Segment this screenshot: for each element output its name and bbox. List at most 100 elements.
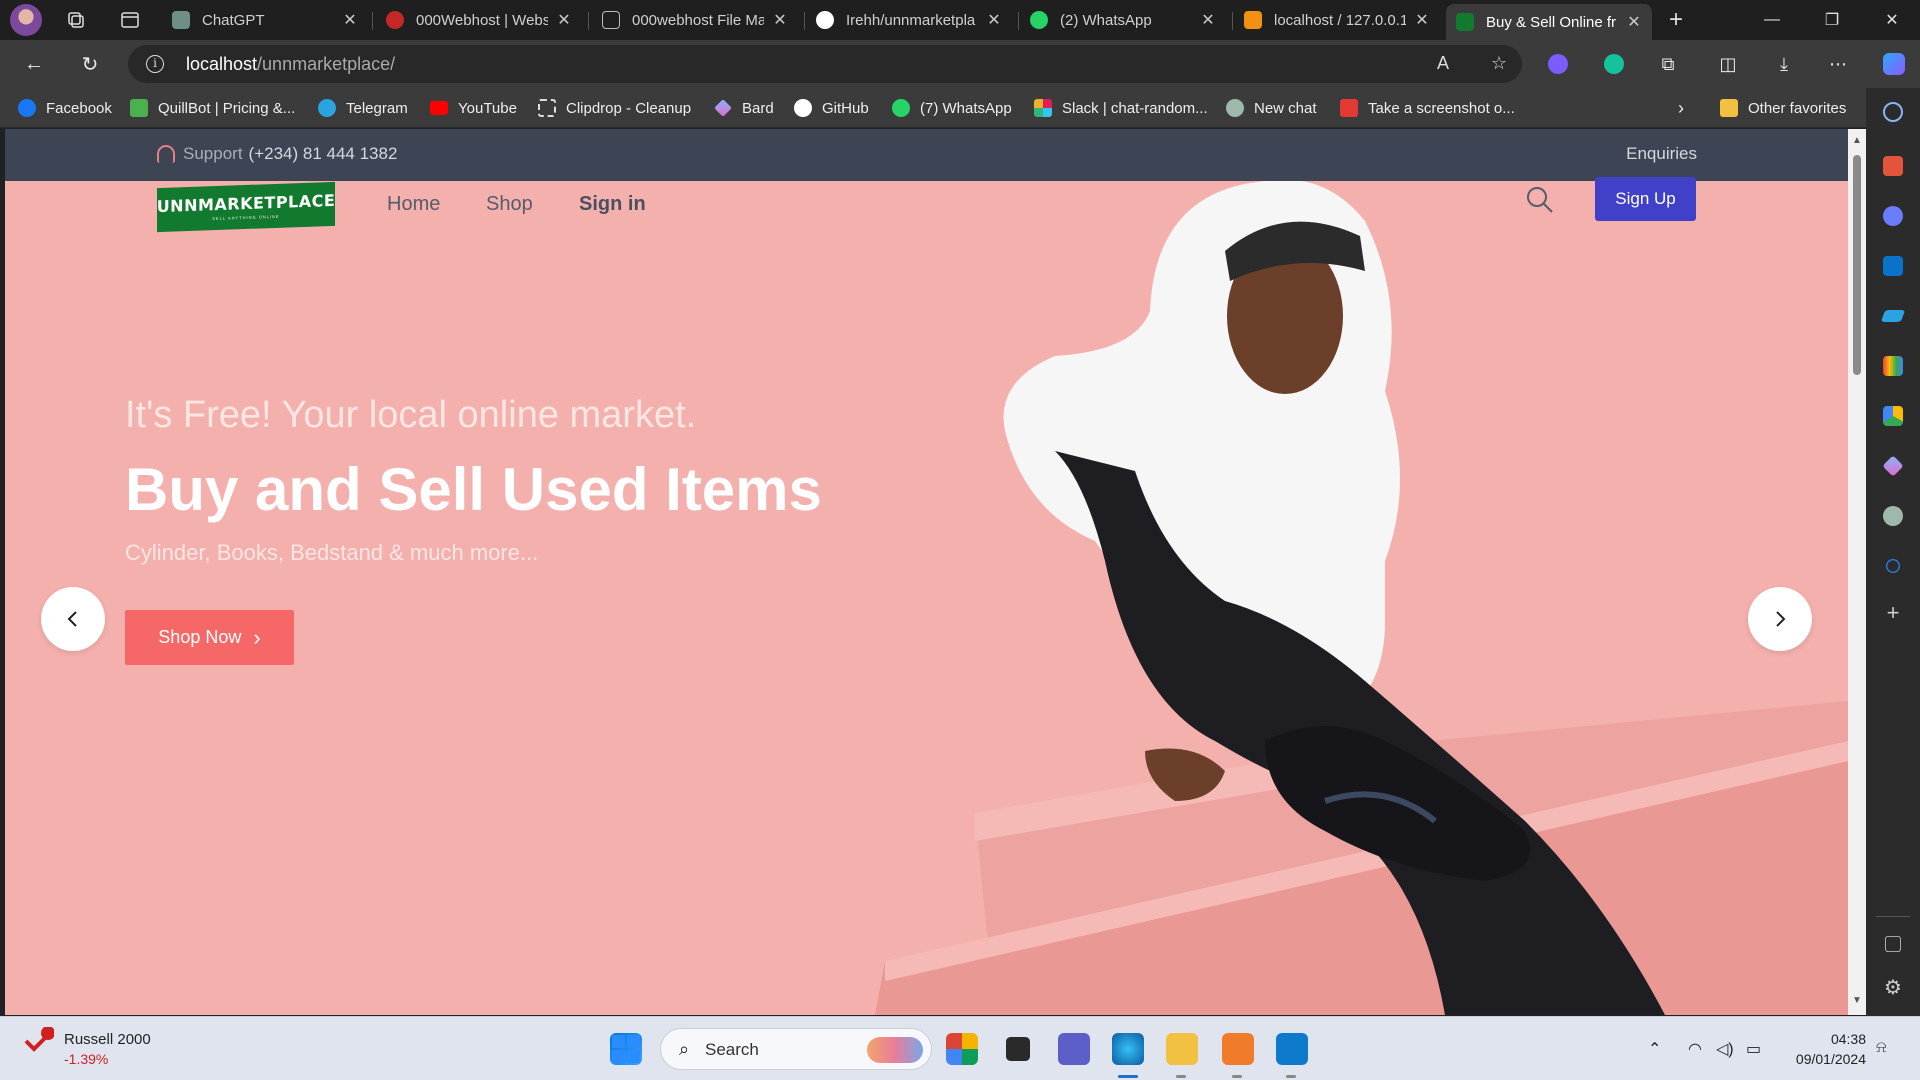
close-icon[interactable]: ✕	[1200, 10, 1216, 30]
bing-search-icon[interactable]	[1886, 559, 1900, 573]
extension-icon[interactable]	[1544, 50, 1572, 78]
profile-avatar[interactable]	[10, 4, 42, 36]
search-icon: ⌕	[679, 1039, 690, 1059]
stock-name: Russell 2000	[64, 1031, 151, 1048]
tab-file-manager[interactable]: 000webhost File Ma ✕	[592, 4, 798, 36]
close-icon[interactable]: ✕	[1626, 12, 1642, 32]
bookmark-youtube[interactable]: YouTube	[430, 97, 517, 119]
scrollbar-thumb[interactable]	[1853, 155, 1861, 375]
close-window-button[interactable]: ✕	[1872, 6, 1912, 34]
bookmark-slack[interactable]: Slack | chat-random...	[1034, 97, 1208, 119]
copilot-icon[interactable]	[1883, 206, 1903, 226]
downloads-icon[interactable]: ⤓	[1770, 50, 1798, 78]
wifi-icon[interactable]: ◠	[1688, 1039, 1702, 1059]
close-icon[interactable]: ✕	[1414, 10, 1430, 30]
vscode-icon[interactable]	[1276, 1033, 1308, 1065]
split-screen-icon[interactable]: ◫	[1714, 50, 1742, 78]
settings-gear-icon[interactable]: ⚙	[1883, 978, 1903, 998]
tab-github[interactable]: Irehh/unnmarketpla ✕	[806, 4, 1012, 36]
bookmark-label: YouTube	[458, 99, 517, 117]
scroll-up-arrow-icon[interactable]: ▲	[1852, 135, 1862, 146]
start-windows-icon[interactable]	[610, 1033, 642, 1065]
bookmark-new-chat[interactable]: New chat	[1226, 97, 1317, 119]
bookmarks-overflow-chevron-icon[interactable]: ›	[1678, 97, 1684, 119]
copilot-pre-icon[interactable]	[946, 1033, 978, 1065]
teams-icon[interactable]	[1058, 1033, 1090, 1065]
close-icon[interactable]: ✕	[556, 10, 572, 30]
sign-up-button[interactable]: Sign Up	[1595, 177, 1696, 221]
xampp-icon[interactable]	[1222, 1033, 1254, 1065]
drive-icon[interactable]	[1883, 406, 1903, 426]
close-icon[interactable]: ✕	[986, 10, 1002, 30]
taskbar-search[interactable]: ⌕ Search	[660, 1028, 932, 1070]
gmail-icon[interactable]	[1883, 356, 1903, 376]
nav-shop[interactable]: Shop	[486, 193, 533, 216]
hero-banner: UNNMARKETPLACE SELL ANYTHING ONLINE Home…	[5, 177, 1848, 1015]
extensions-puzzle-icon[interactable]: ⧉	[1654, 50, 1682, 78]
address-bar[interactable]: i localhost/unnmarketplace/ A ☆	[128, 45, 1522, 83]
bookmark-quillbot[interactable]: QuillBot | Pricing &...	[130, 97, 295, 119]
restore-button[interactable]: ❐	[1812, 6, 1852, 34]
sidebar-toggle-icon[interactable]	[1885, 936, 1901, 952]
tray-overflow-chevron-icon[interactable]: ⌃	[1648, 1039, 1661, 1059]
task-view-icon[interactable]	[1006, 1037, 1030, 1061]
site-info-icon[interactable]: i	[146, 55, 164, 73]
notifications-bell-icon[interactable]: ⍾	[1876, 1039, 1887, 1057]
back-button[interactable]: ←	[20, 50, 48, 78]
scroll-down-arrow-icon[interactable]: ▼	[1852, 995, 1862, 1006]
refresh-button[interactable]: ↻	[76, 50, 104, 78]
tab-label: (2) WhatsApp	[1060, 11, 1152, 29]
tab-actions-icon[interactable]	[118, 8, 142, 32]
new-tab-button[interactable]: +	[1656, 6, 1696, 34]
bookmark-facebook[interactable]: Facebook	[18, 97, 112, 119]
tab-unnmarketplace[interactable]: Buy & Sell Online fr ✕	[1446, 4, 1652, 40]
read-aloud-icon[interactable]: A	[1432, 53, 1454, 75]
other-favorites[interactable]: Other favorites	[1720, 97, 1846, 119]
system-clock[interactable]: 04:38 09/01/2024	[1796, 1029, 1866, 1069]
edge-icon[interactable]	[1112, 1033, 1144, 1065]
send-icon[interactable]	[1880, 310, 1906, 322]
bookmark-screenshot[interactable]: Take a screenshot o...	[1340, 97, 1515, 119]
stock-widget[interactable]: Russell 2000 -1.39%	[24, 1026, 151, 1067]
chatgpt-icon[interactable]	[1883, 506, 1903, 526]
tab-whatsapp[interactable]: (2) WhatsApp ✕	[1020, 4, 1226, 36]
enquiries-link[interactable]: Enquiries	[1626, 144, 1697, 164]
search-highlight-icon	[867, 1037, 923, 1063]
shop-now-button[interactable]: Shop Now ›	[125, 610, 294, 665]
bookmark-bard[interactable]: Bard	[714, 97, 774, 119]
support-phone[interactable]: (+234) 81 444 1382	[249, 144, 398, 164]
tab-chatgpt[interactable]: ChatGPT ✕	[162, 4, 368, 36]
battery-icon[interactable]: ▭	[1746, 1039, 1761, 1059]
volume-icon[interactable]: ◁)	[1716, 1039, 1734, 1059]
briefcase-icon[interactable]	[1883, 156, 1903, 176]
bookmark-clipdrop[interactable]: Clipdrop - Cleanup	[538, 97, 691, 119]
workspaces-icon[interactable]	[64, 8, 88, 32]
page-scrollbar[interactable]: ▲ ▼	[1848, 129, 1866, 1015]
url-host: localhost	[186, 54, 258, 74]
minimize-button[interactable]: —	[1752, 6, 1792, 34]
windows-taskbar: Russell 2000 -1.39% ⌕ Search ⌃ ◠ ◁) ▭ 04…	[0, 1016, 1920, 1080]
carousel-next-button[interactable]	[1748, 587, 1812, 651]
bookmark-whatsapp[interactable]: (7) WhatsApp	[892, 97, 1012, 119]
site-logo[interactable]: UNNMARKETPLACE SELL ANYTHING ONLINE	[157, 181, 335, 233]
carousel-prev-button[interactable]	[41, 587, 105, 651]
copilot-icon[interactable]	[1880, 50, 1908, 78]
nav-home[interactable]: Home	[387, 193, 440, 216]
bookmark-telegram[interactable]: Telegram	[318, 97, 408, 119]
grammarly-icon[interactable]	[1600, 50, 1628, 78]
bard-icon[interactable]	[1882, 455, 1904, 477]
search-icon[interactable]	[1525, 185, 1555, 215]
close-icon[interactable]: ✕	[342, 10, 358, 30]
search-icon[interactable]	[1883, 102, 1903, 122]
outlook-icon[interactable]	[1883, 256, 1903, 276]
favorite-star-icon[interactable]: ☆	[1488, 53, 1510, 75]
folder-icon	[1720, 99, 1738, 117]
add-icon[interactable]: +	[1883, 602, 1903, 624]
tab-phpmyadmin[interactable]: localhost / 127.0.0.1 ✕	[1234, 4, 1440, 36]
tab-000webhost[interactable]: 000Webhost | Webs ✕	[376, 4, 582, 36]
close-icon[interactable]: ✕	[772, 10, 788, 30]
file-explorer-icon[interactable]	[1166, 1033, 1198, 1065]
nav-sign-in[interactable]: Sign in	[579, 193, 646, 216]
bookmark-github[interactable]: GitHub	[794, 97, 869, 119]
more-menu-icon[interactable]: ⋯	[1824, 50, 1852, 78]
